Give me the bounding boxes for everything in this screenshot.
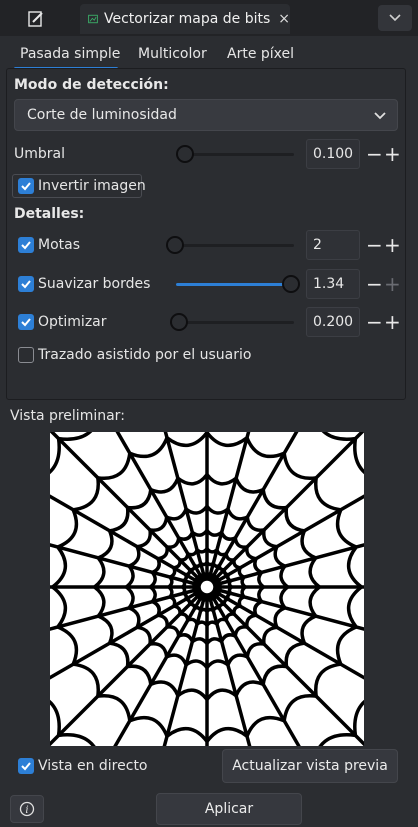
smooth-decrement-button[interactable]: −	[366, 274, 383, 294]
smooth-corners-label: Suavizar bordes	[38, 276, 151, 292]
slider-thumb[interactable]	[176, 145, 194, 163]
apply-button[interactable]: Aplicar	[156, 793, 302, 825]
chevron-down-icon	[389, 14, 401, 22]
checkmark-icon	[21, 241, 31, 250]
smooth-corners-slider[interactable]	[176, 275, 300, 293]
detection-heading: Modo de detección:	[14, 77, 169, 93]
speckles-label: Motas	[38, 237, 81, 253]
invert-image-checkbox[interactable]	[18, 178, 34, 194]
update-preview-button[interactable]: Actualizar vista previa	[222, 749, 398, 783]
optimize-label: Optimizar	[38, 314, 107, 330]
tab-title: Vectorizar mapa de bits	[103, 11, 271, 27]
panel-menu-button[interactable]	[378, 5, 412, 31]
checkmark-icon	[21, 318, 31, 327]
optimize-decrement-button[interactable]: −	[366, 312, 383, 332]
chevron-down-icon	[374, 112, 386, 120]
tab-trace-bitmap[interactable]: Vectorizar mapa de bits ×	[80, 4, 290, 34]
checkmark-icon	[21, 280, 31, 289]
pen-edit-icon	[28, 11, 43, 27]
preview-image	[0, 357, 418, 817]
spider-web-image	[0, 357, 418, 817]
speckles-checkbox[interactable]	[18, 237, 34, 253]
live-preview-label: Vista en directo	[38, 758, 148, 774]
smooth-corners-checkbox[interactable]	[18, 276, 34, 292]
detection-mode-select[interactable]: Corte de luminosidad	[14, 99, 398, 131]
details-heading: Detalles:	[14, 206, 85, 222]
tab-single-scan[interactable]: Pasada simple	[20, 46, 120, 62]
mode-tabs: Pasada simple Multicolor Arte píxel	[0, 40, 418, 70]
close-tab-icon[interactable]: ×	[278, 11, 290, 27]
detection-mode-value: Corte de luminosidad	[27, 107, 177, 123]
optimize-input[interactable]: 0.200	[306, 307, 360, 337]
info-icon: i	[19, 801, 35, 817]
checkmark-icon	[21, 182, 31, 191]
preview-label: Vista preliminar:	[10, 408, 125, 424]
slider-thumb[interactable]	[170, 313, 188, 331]
speckles-decrement-button[interactable]: −	[366, 235, 383, 255]
speckles-slider[interactable]	[166, 236, 294, 254]
tab-pixel-art[interactable]: Arte píxel	[227, 46, 294, 62]
optimize-slider[interactable]	[170, 313, 294, 331]
slider-thumb[interactable]	[166, 236, 184, 254]
checkmark-icon	[21, 762, 31, 771]
invert-image-label: Invertir imagen	[38, 178, 146, 194]
user-assisted-label: Trazado asistido por el usuario	[38, 347, 252, 363]
tab-multicolor[interactable]: Multicolor	[138, 46, 207, 62]
info-button[interactable]: i	[10, 795, 44, 823]
tab-pen-tool[interactable]	[6, 4, 66, 34]
threshold-input[interactable]: 0.100	[306, 139, 360, 169]
trace-bitmap-icon	[88, 14, 98, 24]
svg-text:i: i	[25, 805, 28, 816]
optimize-increment-button[interactable]: +	[384, 312, 401, 332]
live-preview-checkbox[interactable]	[18, 758, 34, 774]
user-assisted-checkbox[interactable]	[18, 347, 34, 363]
speckles-input[interactable]: 2	[306, 230, 360, 260]
smooth-corners-input[interactable]: 1.34	[306, 269, 360, 299]
optimize-checkbox[interactable]	[18, 314, 34, 330]
threshold-increment-button[interactable]: +	[384, 144, 401, 164]
slider-fill	[176, 283, 286, 286]
threshold-label: Umbral	[14, 146, 65, 162]
smooth-increment-button[interactable]: +	[384, 274, 401, 294]
speckles-increment-button[interactable]: +	[384, 235, 401, 255]
threshold-decrement-button[interactable]: −	[366, 144, 383, 164]
slider-thumb[interactable]	[282, 275, 300, 293]
threshold-slider[interactable]	[176, 145, 294, 163]
